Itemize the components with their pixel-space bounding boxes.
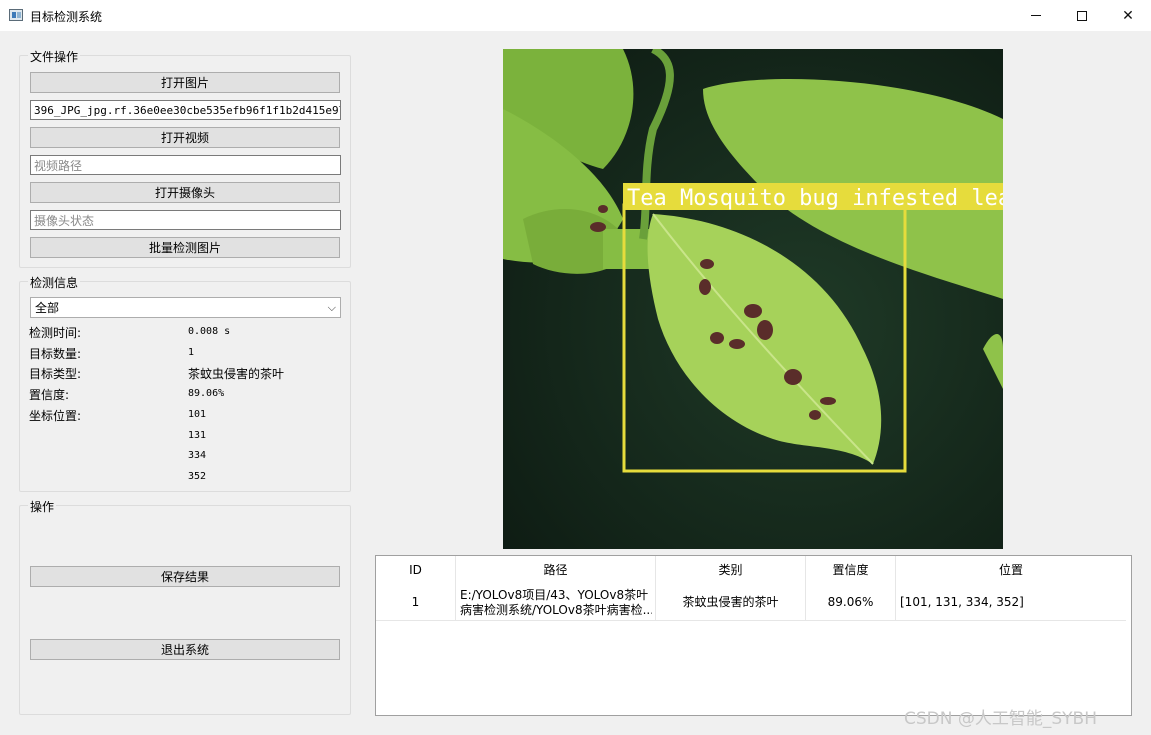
detection-info-title: 检测信息: [28, 274, 81, 291]
app-window-icon: [9, 9, 23, 21]
maximize-button[interactable]: [1059, 0, 1105, 31]
row-position-cell[interactable]: [101, 131, 334, 352]: [896, 583, 1126, 621]
header-id[interactable]: ID: [376, 556, 456, 583]
row-id-cell[interactable]: 1: [376, 583, 456, 621]
leaf-image: Tea Mosquito bug infested leaf: [503, 49, 1003, 549]
maximize-icon: [1077, 10, 1087, 21]
video-path-field[interactable]: 视频路径: [30, 155, 341, 175]
target-filter-value: 全部: [35, 301, 60, 315]
operations-title: 操作: [28, 498, 57, 515]
file-operations-title: 文件操作: [28, 48, 81, 65]
chevron-down-icon: ⌵: [327, 300, 336, 314]
watermark: CSDN @人工智能_SYBH: [904, 709, 1097, 729]
xmax-value: 334: [188, 450, 207, 461]
confidence-label: 置信度:: [29, 388, 70, 402]
confidence-value: 89.06%: [188, 388, 225, 399]
open-video-button[interactable]: 打开视频: [30, 127, 340, 148]
ymin-value: 131: [188, 430, 207, 441]
open-image-button[interactable]: 打开图片: [30, 72, 340, 93]
row-path-cell[interactable]: E:/YOLOv8项目/43、YOLOv8茶叶 病害检测系统/YOLOv8茶叶病…: [456, 583, 656, 621]
title-bar: 目标检测系统 ✕: [0, 0, 1151, 31]
xmin-value: 101: [188, 409, 207, 420]
camera-status-field[interactable]: 摄像头状态: [30, 210, 341, 230]
open-camera-button[interactable]: 打开摄像头: [30, 182, 340, 203]
batch-detect-button[interactable]: 批量检测图片: [30, 237, 340, 258]
image-path-field[interactable]: 396_JPG_jpg.rf.36e0ee30cbe535efb96f1f1b2…: [30, 100, 341, 120]
row-class-cell[interactable]: 茶蚊虫侵害的茶叶: [656, 583, 806, 621]
minimize-button[interactable]: [1013, 0, 1059, 31]
position-label: 坐标位置:: [29, 409, 82, 423]
row-path-line2: 病害检测系统/YOLOv8茶叶病害检...: [460, 603, 652, 617]
target-count-value: 1: [188, 347, 195, 358]
detection-time-label: 检测时间:: [29, 326, 82, 340]
close-button[interactable]: ✕: [1105, 0, 1151, 31]
header-position[interactable]: 位置: [896, 556, 1126, 583]
operations-group: 操作: [19, 498, 351, 715]
detection-image-view: Tea Mosquito bug infested leaf: [503, 49, 1003, 549]
detection-time-value: 0.008 s: [188, 326, 231, 337]
header-path[interactable]: 路径: [456, 556, 656, 583]
row-path-line1: E:/YOLOv8项目/43、YOLOv8茶叶: [460, 588, 649, 602]
header-confidence[interactable]: 置信度: [806, 556, 896, 583]
detection-label: Tea Mosquito bug infested leaf: [627, 186, 1003, 211]
window-title: 目标检测系统: [30, 10, 103, 24]
target-type-label: 目标类型:: [29, 367, 82, 381]
results-table[interactable]: ID 路径 类别 置信度 位置 1 E:/YOLOv8项目/43、YOLOv8茶…: [375, 555, 1132, 716]
row-confidence-cell[interactable]: 89.06%: [806, 583, 896, 621]
ymax-value: 352: [188, 471, 207, 482]
save-results-button[interactable]: 保存结果: [30, 566, 340, 587]
exit-system-button[interactable]: 退出系统: [30, 639, 340, 660]
header-class[interactable]: 类别: [656, 556, 806, 583]
target-filter-select[interactable]: 全部 ⌵: [30, 297, 341, 318]
minimize-icon: [1031, 15, 1041, 16]
target-type-value: 茶蚊虫侵害的茶叶: [188, 367, 285, 381]
target-count-label: 目标数量:: [29, 347, 82, 361]
close-icon: ✕: [1122, 7, 1134, 24]
